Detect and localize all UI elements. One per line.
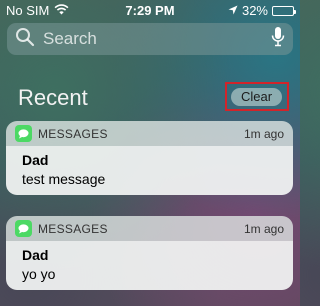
notification-card[interactable]: MESSAGES 1m ago Dad test message [6, 121, 293, 195]
location-arrow-icon [228, 3, 238, 18]
notification-body: Dad test message [6, 146, 293, 195]
notification-app-name: MESSAGES [38, 126, 108, 141]
battery-icon [272, 5, 296, 16]
notification-time: 1m ago [243, 221, 284, 236]
status-bar: No SIM 7:29 PM 32% [0, 0, 300, 20]
messages-icon [15, 220, 32, 237]
notification-card[interactable]: MESSAGES 1m ago Dad yo yo [6, 216, 293, 290]
microphone-icon[interactable] [271, 26, 285, 53]
notification-body: Dad yo yo [6, 241, 293, 290]
recent-heading: Recent [18, 85, 88, 110]
notification-message: test message [22, 171, 106, 187]
search-icon [15, 27, 35, 52]
notification-sender: Dad [22, 152, 49, 168]
notification-header: MESSAGES 1m ago [6, 216, 293, 241]
notification-header: MESSAGES 1m ago [6, 121, 293, 146]
clear-button[interactable]: Clear [231, 88, 282, 106]
notification-message: yo yo [22, 266, 56, 282]
battery-percent: 32% [241, 3, 268, 18]
search-input[interactable] [43, 29, 271, 49]
notification-sender: Dad [22, 247, 49, 263]
notification-time: 1m ago [243, 126, 284, 141]
notification-app-name: MESSAGES [38, 221, 108, 236]
search-bar[interactable] [7, 23, 293, 55]
status-right: 32% [228, 3, 296, 18]
messages-icon [15, 125, 32, 142]
